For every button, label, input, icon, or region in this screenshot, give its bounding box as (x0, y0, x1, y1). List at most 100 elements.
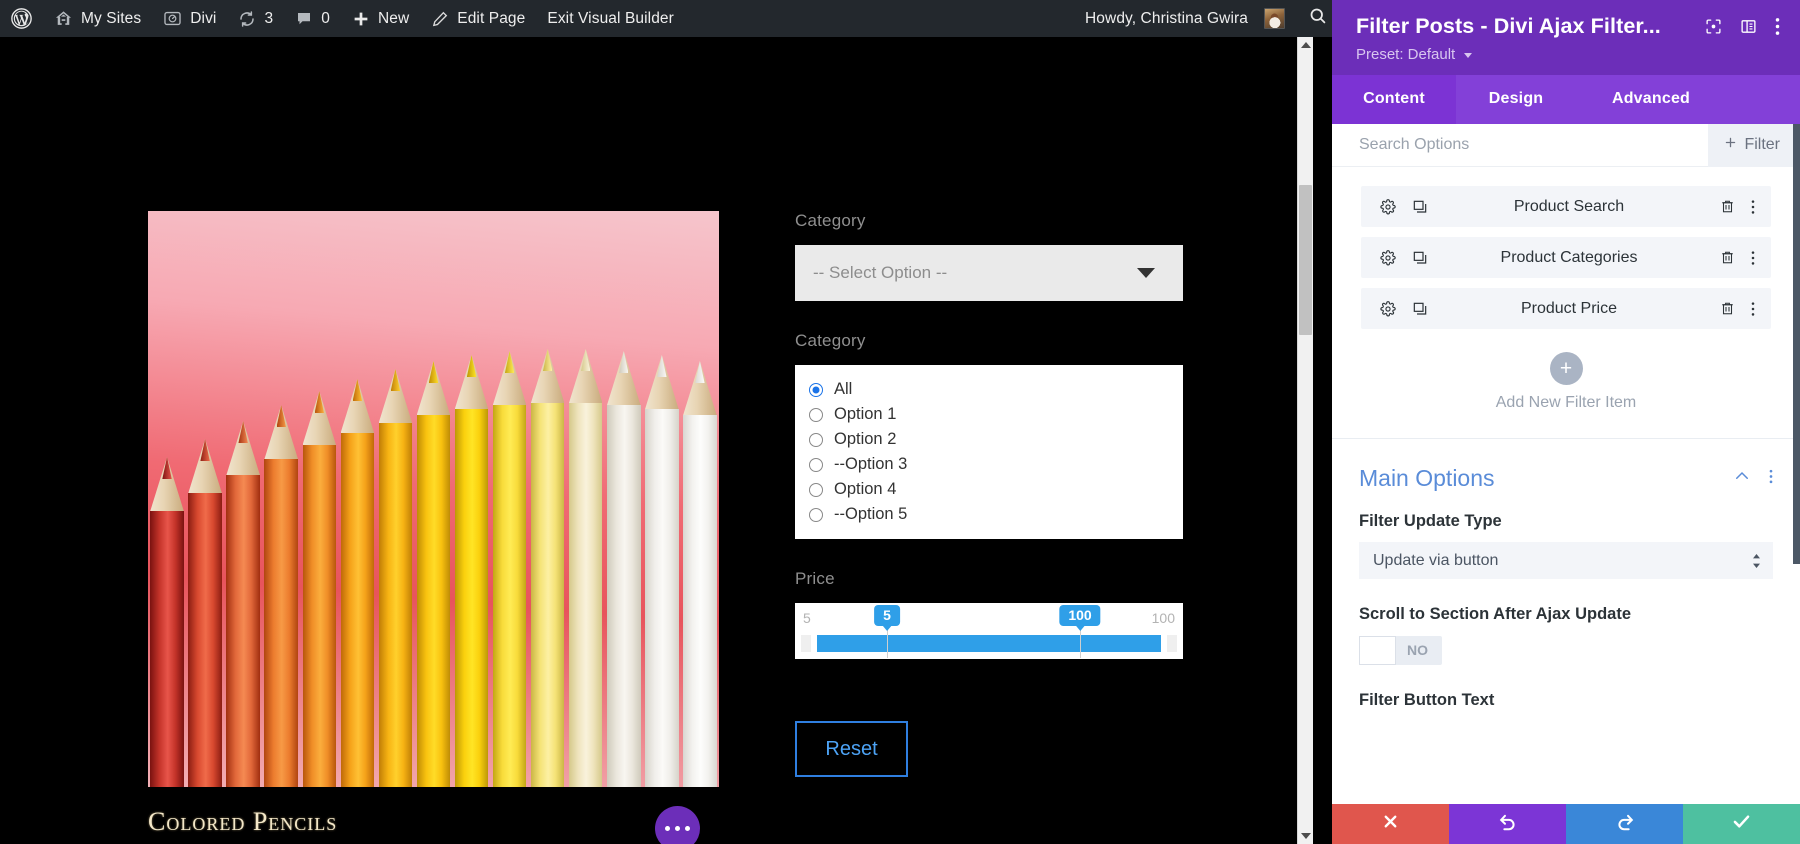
panel-preset-selector[interactable]: Preset: Default (1356, 46, 1780, 63)
filter-item-row[interactable]: Product Price (1361, 288, 1771, 329)
adminbar-item-new[interactable]: New (341, 0, 420, 37)
slider-handle-low[interactable] (887, 629, 888, 658)
adminbar-item-wordpress[interactable] (0, 0, 43, 37)
chevron-down-icon (1464, 52, 1473, 58)
wp-admin-bar: My Sites Divi 3 0 New Edit Page Exit Vis… (0, 0, 1342, 37)
save-button[interactable] (1683, 804, 1800, 844)
radio-icon (809, 507, 823, 522)
add-filter-button[interactable]: Filter (1708, 124, 1800, 167)
howdy-label: Howdy, Christina Gwira (1085, 9, 1248, 27)
redo-icon (1615, 812, 1635, 837)
focus-module-icon[interactable] (1705, 18, 1722, 35)
radio-option[interactable]: Option 1 (805, 402, 1173, 427)
image-caption: Colored Pencils (148, 807, 338, 836)
field-label: Filter Update Type (1359, 512, 1502, 530)
slider-handle-high[interactable] (1080, 629, 1081, 658)
reset-button[interactable]: Reset (795, 721, 908, 777)
image-module[interactable]: Colored Pencils (148, 211, 719, 837)
check-icon (1731, 811, 1752, 837)
duplicate-icon[interactable] (1412, 250, 1428, 266)
avatar (1264, 8, 1285, 29)
layout-panel-icon[interactable] (1740, 18, 1757, 35)
filter-item-row[interactable]: Product Categories (1361, 237, 1771, 278)
radio-option[interactable]: All (805, 377, 1173, 402)
trash-icon[interactable] (1720, 250, 1735, 265)
scroll-up-arrow-icon[interactable] (1300, 42, 1311, 48)
panel-preset-label: Preset: Default (1356, 46, 1456, 63)
filter-item-name: Product Price (1520, 299, 1618, 317)
radio-icon (809, 407, 823, 422)
module-actions-button[interactable] (655, 806, 700, 844)
kebab-menu-icon[interactable] (1751, 250, 1755, 266)
add-new-filter-item[interactable]: + Add New Filter Item (1332, 339, 1800, 438)
slider-track[interactable] (795, 629, 1183, 658)
adminbar-item-updates[interactable]: 3 (227, 0, 284, 37)
category-radio-group: All Option 1 Option 2 --Option 3 Option … (795, 365, 1183, 539)
kebab-menu-icon[interactable] (1769, 468, 1773, 490)
cancel-button[interactable] (1332, 804, 1449, 844)
adminbar-item-divi[interactable]: Divi (152, 0, 227, 37)
field-label-filter-button-text: Filter Button Text (1359, 690, 1495, 709)
plus-icon[interactable]: + (1549, 352, 1583, 385)
gear-icon[interactable] (1380, 249, 1396, 266)
tab-content[interactable]: Content (1332, 75, 1456, 124)
scroll-to-section-toggle[interactable]: NO (1359, 635, 1442, 665)
filter-item-name: Product Search (1513, 197, 1625, 215)
add-filter-label: Filter (1744, 136, 1780, 153)
adminbar-item-my-sites[interactable]: My Sites (43, 0, 152, 37)
radio-option-label: Option 4 (834, 480, 897, 498)
field-label: Scroll to Section After Ajax Update (1359, 605, 1631, 624)
radio-icon (809, 482, 823, 497)
duplicate-icon[interactable] (1412, 199, 1428, 215)
my-sites-icon (54, 9, 73, 28)
tab-design[interactable]: Design (1456, 75, 1576, 124)
filter-label-category-radio: Category (795, 331, 866, 350)
scroll-down-arrow-icon[interactable] (1300, 833, 1311, 839)
radio-option[interactable]: Option 2 (805, 427, 1173, 452)
filter-item-row[interactable]: Product Search (1361, 186, 1771, 227)
panel-header: Filter Posts - Divi Ajax Filter... Prese… (1332, 0, 1800, 75)
gear-icon[interactable] (1380, 198, 1396, 215)
radio-option[interactable]: Option 4 (805, 477, 1173, 502)
kebab-menu-icon[interactable] (1751, 301, 1755, 317)
filter-update-type-value: Update via button (1373, 551, 1499, 569)
kebab-menu-icon[interactable] (1775, 17, 1780, 36)
close-icon (1381, 812, 1400, 836)
price-range-max-label: 100 (1151, 610, 1175, 626)
toggle-state-label: NO (1407, 642, 1428, 659)
divi-gauge-icon (163, 9, 182, 28)
filter-update-type-select[interactable]: Update via button (1359, 542, 1773, 580)
adminbar-label-exit-visual-builder: Exit Visual Builder (547, 9, 674, 27)
tab-advanced[interactable]: Advanced (1576, 75, 1726, 124)
radio-option-label: All (834, 380, 853, 398)
undo-icon (1498, 812, 1518, 837)
adminbar-item-howdy[interactable]: Howdy, Christina Gwira (1074, 0, 1296, 37)
undo-button[interactable] (1449, 804, 1566, 844)
radio-option-label: Option 2 (834, 430, 897, 448)
redo-button[interactable] (1566, 804, 1683, 844)
filter-field-price: Price 5 100 5 100 (795, 569, 1183, 659)
slider-bubble-high: 100 (1059, 605, 1101, 627)
slider-fill (817, 635, 1161, 652)
price-range-min-label: 5 (803, 610, 811, 626)
adminbar-label-new: New (377, 9, 410, 27)
search-options-input[interactable] (1332, 136, 1709, 154)
trash-icon[interactable] (1720, 301, 1735, 316)
duplicate-icon[interactable] (1412, 301, 1428, 317)
category-select[interactable]: -- Select Option -- (795, 245, 1183, 301)
adminbar-item-exit-visual-builder[interactable]: Exit Visual Builder (536, 0, 685, 37)
canvas-scrollbar-thumb[interactable] (1299, 185, 1312, 335)
radio-option[interactable]: --Option 5 (805, 502, 1173, 527)
adminbar-item-comments[interactable]: 0 (284, 0, 341, 37)
panel-scrollbar[interactable] (1793, 124, 1800, 585)
chevron-up-icon[interactable] (1733, 467, 1751, 490)
adminbar-item-edit-page[interactable]: Edit Page (420, 0, 536, 37)
dot-icon (685, 826, 690, 831)
kebab-menu-icon[interactable] (1751, 199, 1755, 215)
trash-icon[interactable] (1720, 199, 1735, 214)
panel-scrollbar-thumb[interactable] (1793, 124, 1800, 564)
radio-option[interactable]: --Option 3 (805, 452, 1173, 477)
canvas-scrollbar[interactable] (1297, 37, 1313, 844)
gear-icon[interactable] (1380, 300, 1396, 317)
price-range-slider[interactable]: 5 100 5 100 (795, 603, 1183, 659)
